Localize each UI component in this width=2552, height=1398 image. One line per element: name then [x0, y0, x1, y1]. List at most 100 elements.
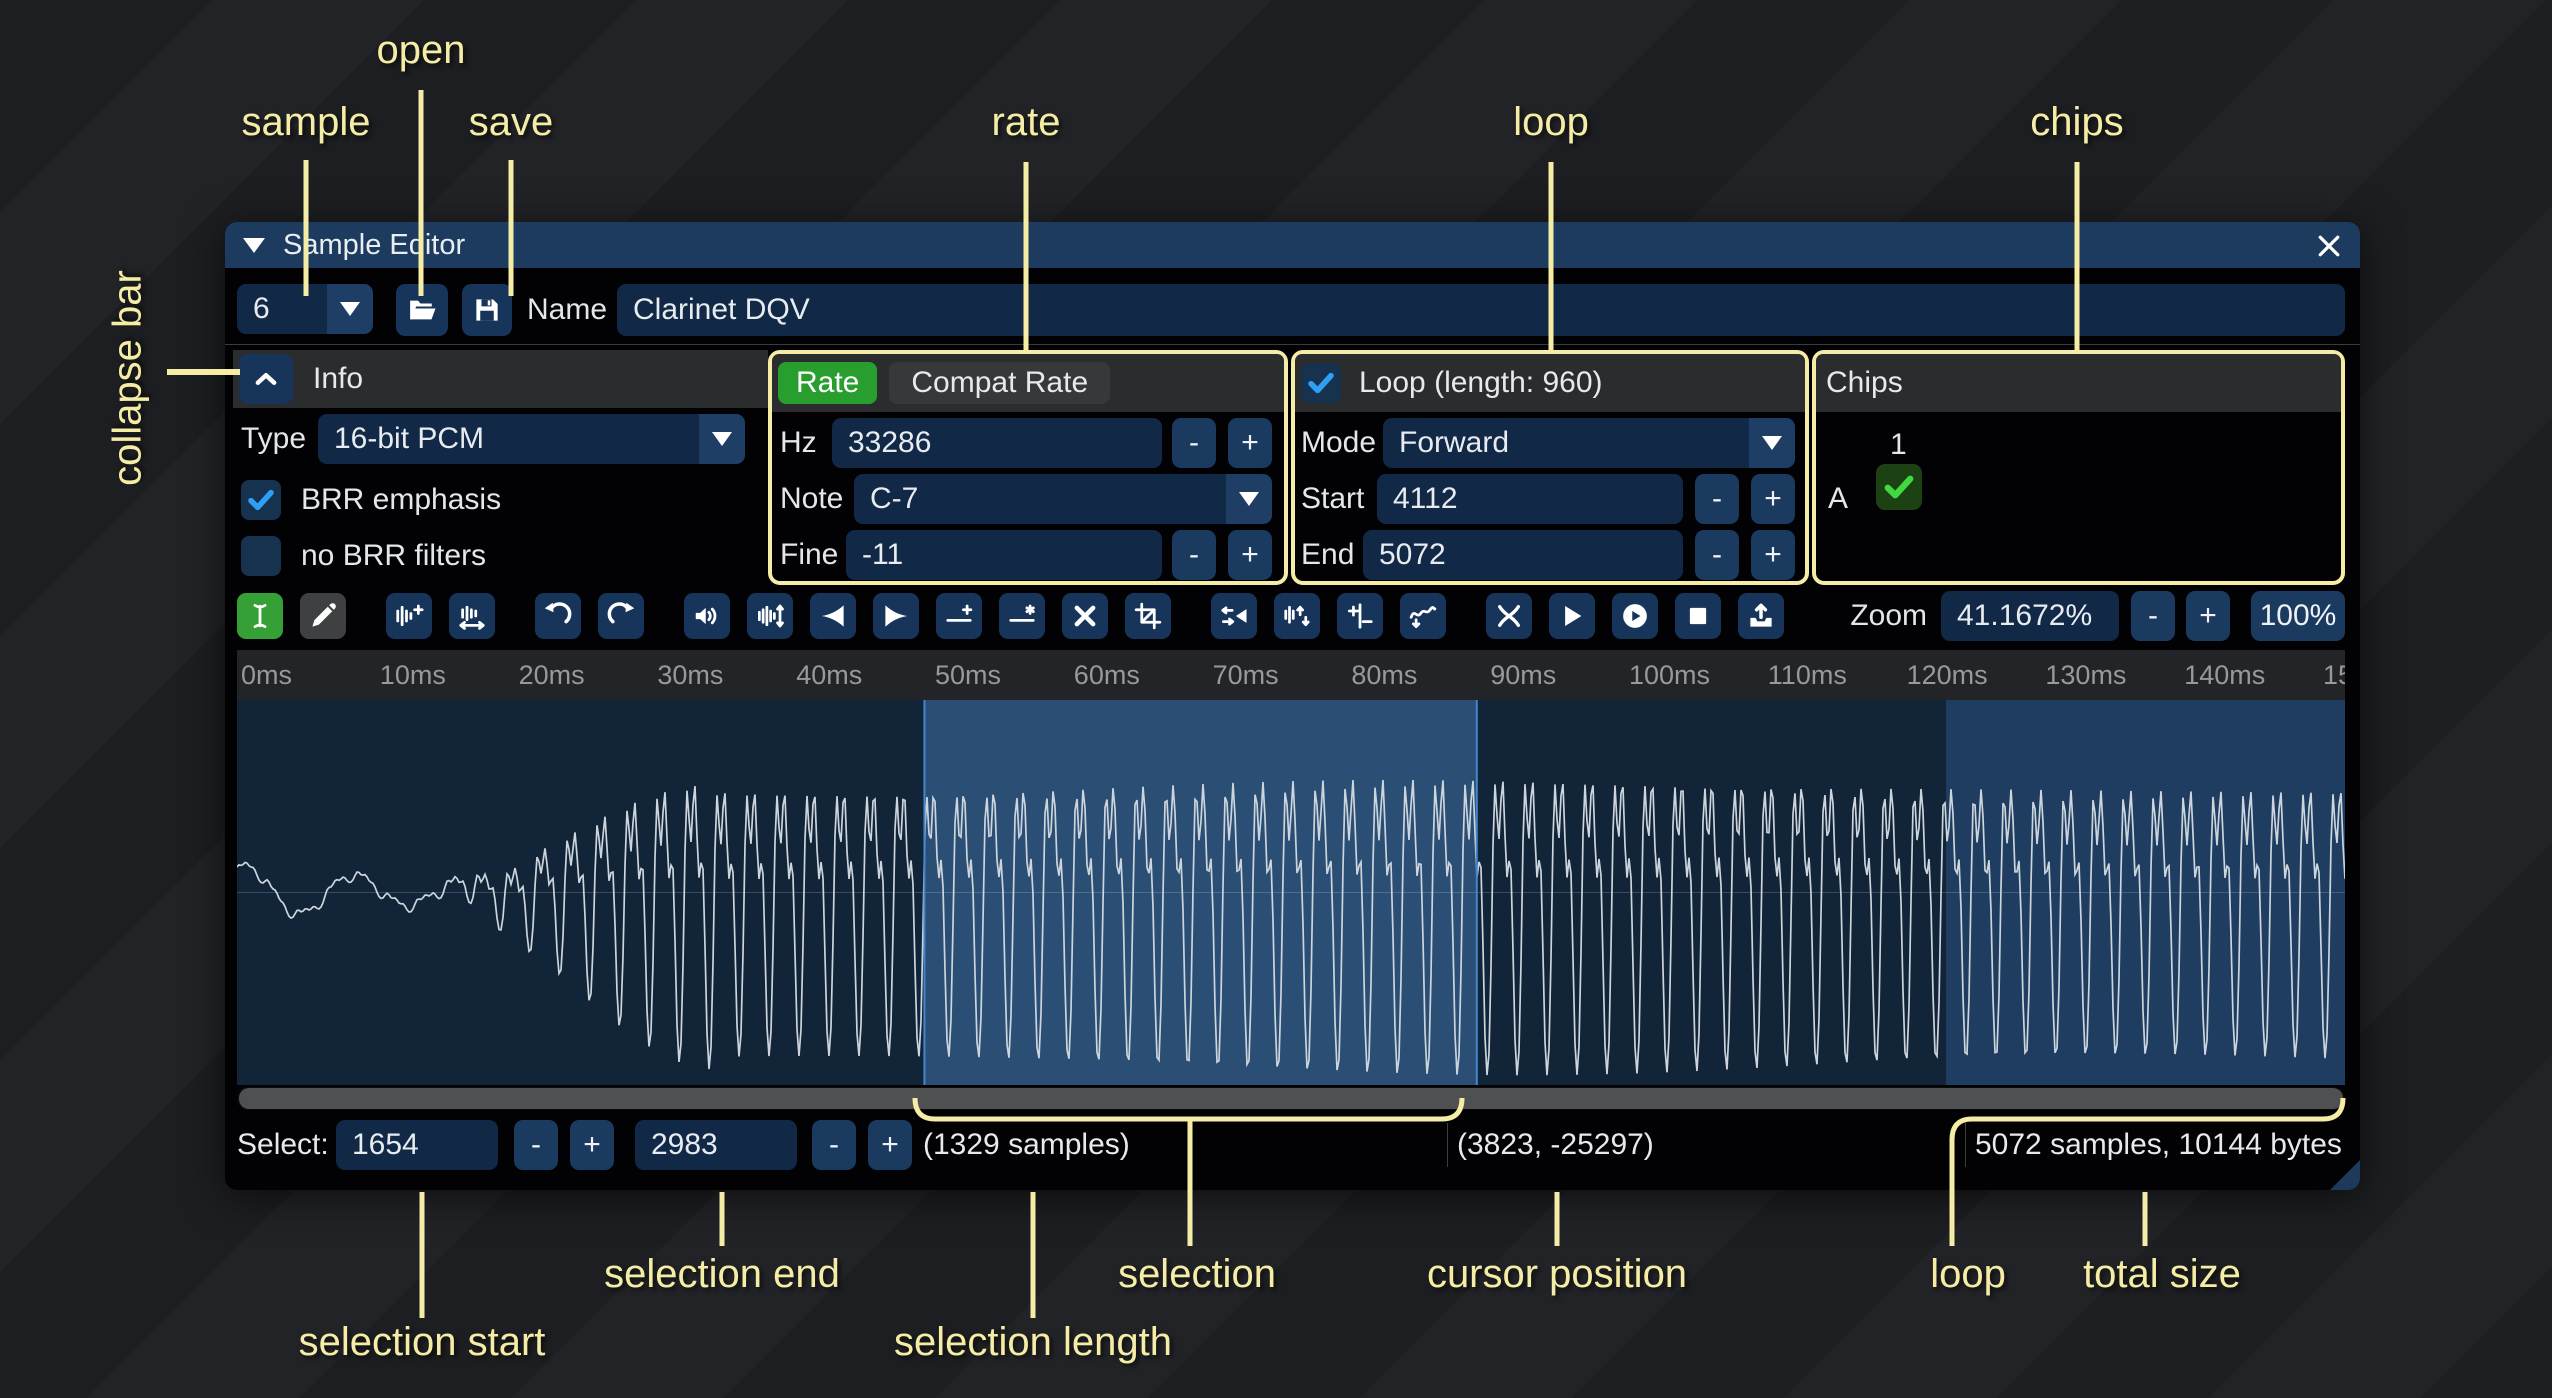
redo-button[interactable]	[598, 593, 644, 639]
resize-grip[interactable]	[2330, 1160, 2360, 1190]
open-button[interactable]	[396, 284, 448, 336]
ruler-tick: 20ms	[519, 650, 585, 700]
annotation-selection-start: selection start	[299, 1320, 546, 1365]
trim-button[interactable]	[1125, 593, 1171, 639]
hz-plus-button[interactable]: +	[1228, 418, 1272, 468]
play-button[interactable]	[1549, 593, 1595, 639]
hz-input[interactable]: 33286	[832, 418, 1162, 468]
import-icon	[1746, 601, 1776, 631]
fine-input[interactable]: -11	[846, 530, 1162, 580]
amplify-button[interactable]	[684, 593, 730, 639]
name-label: Name	[527, 285, 607, 335]
preview-button[interactable]	[1612, 593, 1658, 639]
signed-unsigned-button[interactable]	[1337, 593, 1383, 639]
chip-enable-checkbox[interactable]	[1876, 464, 1922, 510]
crossfade-icon	[1494, 601, 1524, 631]
undo-button[interactable]	[535, 593, 581, 639]
brr-emphasis-checkbox[interactable]	[241, 480, 281, 520]
close-button[interactable]	[2312, 229, 2346, 263]
waveform-scrollbar-handle[interactable]	[239, 1088, 2343, 1109]
annotation-total-size: total size	[2083, 1252, 2241, 1297]
resample-button[interactable]	[449, 593, 495, 639]
hz-minus-button[interactable]: -	[1172, 418, 1216, 468]
edit-select-button[interactable]	[237, 593, 283, 639]
zoom-reset-button[interactable]: 100%	[2251, 591, 2345, 641]
titlebar[interactable]: Sample Editor	[225, 222, 2360, 268]
zoom-input[interactable]: 41.1672%	[1941, 591, 2119, 641]
no-brr-filters-checkbox[interactable]	[241, 536, 281, 576]
compat-rate-tab[interactable]: Compat Rate	[889, 362, 1110, 404]
fine-minus-button[interactable]: -	[1172, 530, 1216, 580]
sample-selector[interactable]: 6	[237, 284, 373, 334]
chevron-down-icon[interactable]	[699, 414, 745, 464]
loop-end-plus-button[interactable]: +	[1751, 530, 1795, 580]
import-button[interactable]	[1738, 593, 1784, 639]
ruler-tick: 70ms	[1213, 650, 1279, 700]
loop-title: Loop (length: 960)	[1359, 366, 1603, 400]
zoom-out-button[interactable]: -	[2131, 591, 2175, 641]
normalize-button[interactable]	[747, 593, 793, 639]
play-icon	[1557, 601, 1587, 631]
chevron-down-icon[interactable]	[1749, 418, 1795, 468]
reverse-button[interactable]	[1211, 593, 1257, 639]
selection-start-plus-button[interactable]: +	[570, 1120, 614, 1170]
stop-button[interactable]	[1675, 593, 1721, 639]
ruler-tick: 0ms	[241, 650, 292, 700]
loop-start-plus-button[interactable]: +	[1751, 474, 1795, 524]
fine-plus-button[interactable]: +	[1228, 530, 1272, 580]
sample-toolbar: Zoom 41.1672% - + 100%	[237, 590, 2345, 642]
chevron-down-icon[interactable]	[1226, 474, 1272, 524]
note-select[interactable]: C-7	[854, 474, 1272, 524]
name-input[interactable]: Clarinet DQV	[617, 284, 2345, 336]
loop-start-input[interactable]: 4112	[1377, 474, 1683, 524]
brr-emphasis-label: BRR emphasis	[301, 475, 501, 525]
stop-icon	[1683, 601, 1713, 631]
info-title: Info	[313, 362, 363, 396]
loop-start-minus-button[interactable]: -	[1695, 474, 1739, 524]
invert-icon	[1282, 601, 1312, 631]
crossfade-button[interactable]	[1486, 593, 1532, 639]
waveform-view[interactable]	[237, 700, 2345, 1085]
save-button[interactable]	[462, 284, 512, 336]
invert-button[interactable]	[1274, 593, 1320, 639]
selection-length-text: (1329 samples)	[923, 1120, 1130, 1170]
rate-tab[interactable]: Rate	[778, 362, 877, 404]
loop-checkbox[interactable]	[1301, 363, 1341, 403]
collapse-bar-button[interactable]	[239, 354, 293, 404]
chevron-down-icon[interactable]	[327, 284, 373, 334]
loop-end-minus-button[interactable]: -	[1695, 530, 1739, 580]
apply-filter-button[interactable]	[1400, 593, 1446, 639]
no-brr-filters-label: no BRR filters	[301, 531, 486, 581]
insert-silence-button[interactable]	[936, 593, 982, 639]
loop-end-input[interactable]: 5072	[1363, 530, 1683, 580]
selection-start-minus-button[interactable]: -	[514, 1120, 558, 1170]
draw-button[interactable]	[300, 593, 346, 639]
zoom-in-button[interactable]: +	[2186, 591, 2230, 641]
type-select[interactable]: 16-bit PCM	[318, 414, 745, 464]
fade-out-button[interactable]	[873, 593, 919, 639]
type-label: Type	[241, 414, 306, 464]
window-collapse-icon[interactable]	[243, 238, 265, 253]
waveform-scrollbar-track[interactable]	[237, 1087, 2345, 1110]
rate-panel: Rate Compat Rate Hz 33286 - + Note C-7 F…	[768, 350, 1288, 585]
name-input-value: Clarinet DQV	[633, 293, 810, 327]
annotation-selection-end: selection end	[604, 1252, 840, 1297]
select-label: Select:	[237, 1120, 329, 1170]
time-ruler[interactable]: 0ms10ms20ms30ms40ms50ms60ms70ms80ms90ms1…	[237, 650, 2345, 700]
ruler-tick: 40ms	[796, 650, 862, 700]
apply-silence-button[interactable]	[999, 593, 1045, 639]
note-label: Note	[780, 474, 843, 524]
annotation-chips: chips	[2030, 100, 2123, 145]
undo-icon	[543, 601, 573, 631]
selection-end-input[interactable]: 2983	[635, 1120, 797, 1170]
selection-end-plus-button[interactable]: +	[868, 1120, 912, 1170]
selection-start-input[interactable]: 1654	[336, 1120, 498, 1170]
fade-in-button[interactable]	[810, 593, 856, 639]
normalize-icon	[755, 601, 785, 631]
delete-button[interactable]	[1062, 593, 1108, 639]
chips-title: Chips	[1826, 366, 1903, 400]
selection-end-minus-button[interactable]: -	[812, 1120, 856, 1170]
loop-mode-select[interactable]: Forward	[1383, 418, 1795, 468]
signed-unsigned-icon	[1345, 601, 1375, 631]
resize-button[interactable]	[386, 593, 432, 639]
